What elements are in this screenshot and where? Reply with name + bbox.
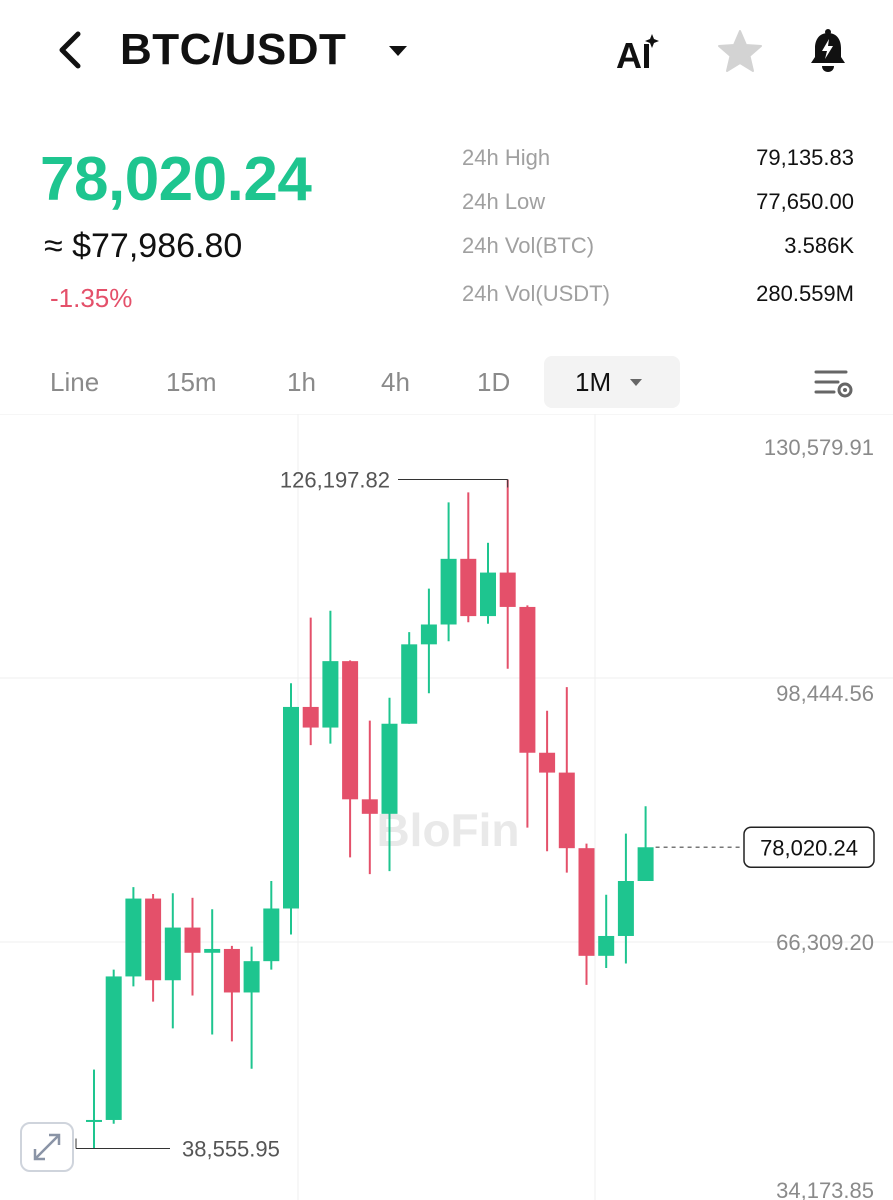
- y-axis-label: 98,444.56: [776, 681, 874, 706]
- candle-body: [617, 881, 634, 936]
- chart-settings-button[interactable]: [812, 364, 856, 404]
- bell-alert-icon: [811, 29, 845, 72]
- stat-24h-low: 24h Low 77,650.00: [462, 186, 854, 218]
- last-price: 78,020.24: [40, 145, 312, 214]
- candle-body: [145, 898, 162, 981]
- y-axis-label: 34,173.85: [776, 1178, 874, 1200]
- chevron-left-icon: [59, 31, 81, 69]
- candle-body: [204, 948, 221, 953]
- candle-body: [578, 848, 595, 956]
- candle-body: [440, 558, 457, 625]
- tab-4h[interactable]: 4h: [381, 356, 410, 408]
- ai-assistant-button[interactable]: A: [612, 28, 668, 76]
- candle-body: [125, 898, 142, 977]
- candle-body: [322, 661, 339, 728]
- stat-value: 79,135.83: [756, 145, 854, 170]
- candle-body: [499, 572, 516, 607]
- stat-label: 24h Vol(USDT): [462, 281, 610, 306]
- stat-label: 24h High: [462, 145, 551, 170]
- tab-1h[interactable]: 1h: [287, 356, 316, 408]
- candle-body: [361, 799, 378, 814]
- expand-chart-button[interactable]: [20, 1122, 74, 1172]
- candle-body: [164, 927, 181, 981]
- svg-text:A: A: [616, 35, 642, 76]
- y-axis-label: 130,579.91: [764, 435, 874, 460]
- star-icon: [718, 30, 762, 72]
- candle-body: [637, 847, 654, 882]
- candle-body: [86, 1119, 102, 1122]
- candle-body: [460, 558, 477, 617]
- max-marker-label: 126,197.82: [280, 467, 390, 492]
- caret-down-icon: [630, 379, 642, 386]
- y-axis-label: 66,309.20: [776, 930, 874, 955]
- pair-selector-caret[interactable]: [384, 36, 412, 64]
- price-alert-button[interactable]: [800, 24, 856, 80]
- watermark: BloFin: [376, 804, 519, 856]
- expand-arrows-icon: [33, 1133, 61, 1161]
- stat-label: 24h Low: [462, 189, 546, 214]
- tab-1m-label: 1M: [575, 367, 612, 397]
- candlestick-chart[interactable]: BloFin 130,579.91 98,444.56 66,309.20 34…: [0, 414, 893, 1200]
- last-price-tag-label: 78,020.24: [760, 835, 858, 860]
- candle-body: [342, 661, 359, 800]
- candle-body: [519, 606, 536, 753]
- stat-24h-high: 24h High 79,135.83: [462, 142, 854, 174]
- favorite-button[interactable]: [712, 24, 768, 80]
- tab-line[interactable]: Line: [50, 356, 99, 408]
- min-marker-label: 38,555.95: [182, 1137, 280, 1162]
- top-bar: BTC/USDT A: [0, 0, 893, 100]
- stat-value: 77,650.00: [756, 189, 854, 214]
- stat-value: 280.559M: [756, 281, 854, 306]
- candle-body: [184, 927, 201, 953]
- tab-1d[interactable]: 1D: [477, 356, 510, 408]
- candle-body: [401, 644, 418, 724]
- candle-body: [539, 752, 556, 773]
- pair-title[interactable]: BTC/USDT: [120, 24, 346, 76]
- tab-15m[interactable]: 15m: [166, 356, 217, 408]
- change-percent: -1.35%: [50, 283, 133, 313]
- ai-sparkle-icon: A: [616, 34, 659, 76]
- candle-body: [105, 976, 122, 1120]
- chart-settings-icon: [814, 370, 853, 398]
- candle-body: [223, 948, 240, 993]
- candle-body: [558, 772, 575, 849]
- candle-body: [480, 572, 496, 617]
- back-button[interactable]: [48, 24, 92, 76]
- caret-down-icon: [389, 46, 407, 56]
- candle-body: [283, 706, 299, 909]
- stat-24h-vol-btc: 24h Vol(BTC) 3.586K: [462, 230, 854, 262]
- candle-body: [302, 706, 319, 728]
- candles-group: [86, 479, 654, 1149]
- stat-24h-vol-usdt: 24h Vol(USDT) 280.559M: [462, 278, 854, 310]
- candle-body: [598, 935, 615, 956]
- interval-tabs: Line 15m 1h 4h 1D 1M: [0, 356, 893, 408]
- candle-body: [381, 723, 398, 814]
- candle-body: [420, 624, 437, 645]
- stat-value: 3.586K: [784, 233, 854, 258]
- tab-1m[interactable]: 1M: [544, 356, 680, 408]
- candle-body: [243, 961, 260, 993]
- candle-body: [263, 908, 280, 962]
- stat-label: 24h Vol(BTC): [462, 233, 595, 258]
- usd-equivalent: ≈ $77,986.80: [44, 227, 243, 265]
